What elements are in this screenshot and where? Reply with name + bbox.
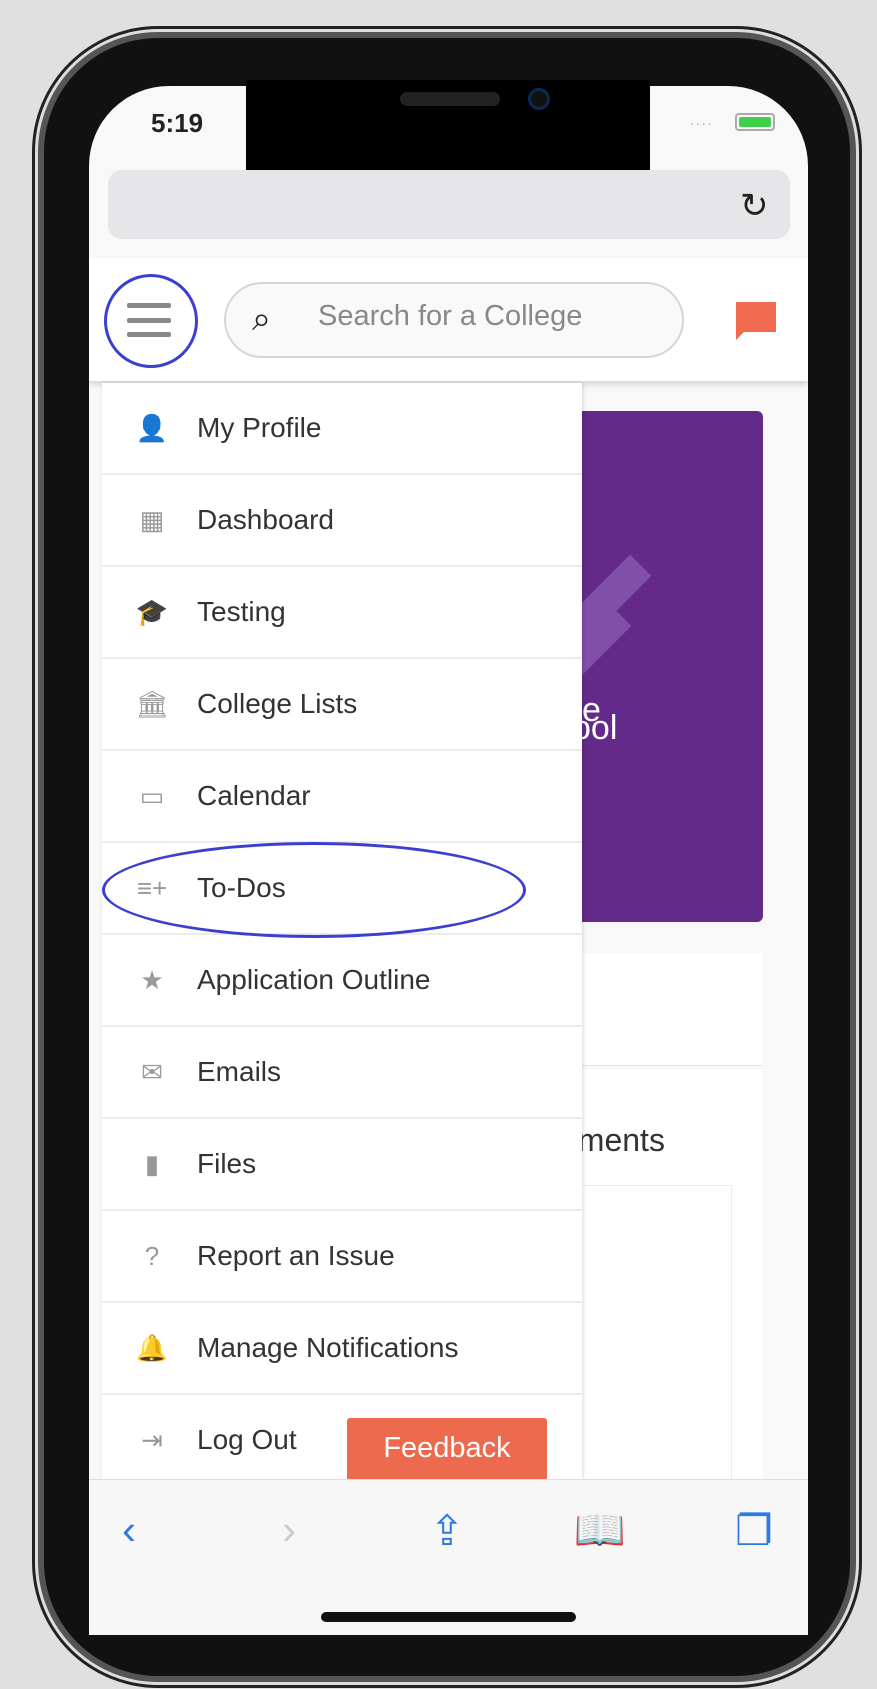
search-placeholder: Search for a College [318, 300, 583, 332]
menu-item-application-outline[interactable]: ★ Application Outline [102, 935, 582, 1027]
speaker [400, 92, 500, 106]
battery-icon [735, 113, 775, 131]
annotation-circle [104, 274, 198, 368]
chat-icon-tail [736, 330, 746, 340]
menu-item-calendar[interactable]: ▭ Calendar [102, 751, 582, 843]
logout-icon: ⇥ [141, 1424, 163, 1455]
menu-item-files[interactable]: ▮ Files [102, 1119, 582, 1211]
annotation-ellipse [102, 842, 526, 938]
menu-item-emails[interactable]: ✉ Emails [102, 1027, 582, 1119]
bookmarks-icon[interactable]: 📖 [570, 1506, 630, 1555]
tabs-icon[interactable]: ❐ [724, 1506, 784, 1555]
forward-icon[interactable]: › [259, 1506, 319, 1554]
dashboard-icon: ▦ [139, 504, 165, 535]
menu-item-label: Emails [197, 1056, 282, 1087]
file-icon: ▮ [144, 1148, 160, 1179]
share-icon[interactable]: ⇪ [417, 1506, 477, 1555]
menu-item-college-lists[interactable]: 🏛 College Lists [102, 659, 582, 751]
menu-item-label: Report an Issue [197, 1240, 395, 1271]
calendar-icon: ▭ [139, 780, 165, 811]
status-time: 5:19 [151, 108, 204, 138]
help-icon: ? [144, 1240, 160, 1271]
star-icon: ★ [140, 964, 164, 995]
signal-icon: .... [690, 112, 714, 128]
menu-item-label: Dashboard [197, 504, 334, 535]
camera [528, 88, 550, 110]
person-icon: 👤 [135, 412, 169, 443]
menu-item-label: Manage Notifications [197, 1332, 459, 1363]
home-indicator[interactable] [321, 1612, 576, 1622]
menu-item-label: Log Out [197, 1424, 297, 1455]
menu-item-testing[interactable]: 🎓 Testing [102, 567, 582, 659]
graduation-cap-icon: 🎓 [135, 596, 169, 627]
menu-item-label: Files [197, 1148, 257, 1179]
bell-icon: 🔔 [135, 1332, 169, 1363]
menu-item-dashboard[interactable]: ▦ Dashboard [102, 475, 582, 567]
chat-icon[interactable] [736, 302, 776, 332]
menu-item-label: Testing [197, 596, 286, 627]
reload-icon[interactable]: ↻ [740, 186, 769, 226]
menu-item-manage-notifications[interactable]: 🔔 Manage Notifications [102, 1303, 582, 1395]
address-bar[interactable] [108, 170, 790, 239]
menu-item-my-profile[interactable]: 👤 My Profile [102, 383, 582, 475]
back-icon[interactable]: ‹ [99, 1506, 159, 1554]
menu-item-label: College Lists [197, 688, 358, 719]
menu-item-label: Calendar [197, 780, 311, 811]
menu-item-label: My Profile [197, 412, 322, 443]
menu-item-label: Application Outline [197, 964, 431, 995]
mail-icon: ✉ [141, 1056, 163, 1087]
search-icon: ⌕ [252, 300, 272, 338]
feedback-button[interactable]: Feedback [347, 1418, 547, 1479]
menu-item-report-an-issue[interactable]: ? Report an Issue [102, 1211, 582, 1303]
institution-icon: 🏛 [135, 688, 169, 719]
